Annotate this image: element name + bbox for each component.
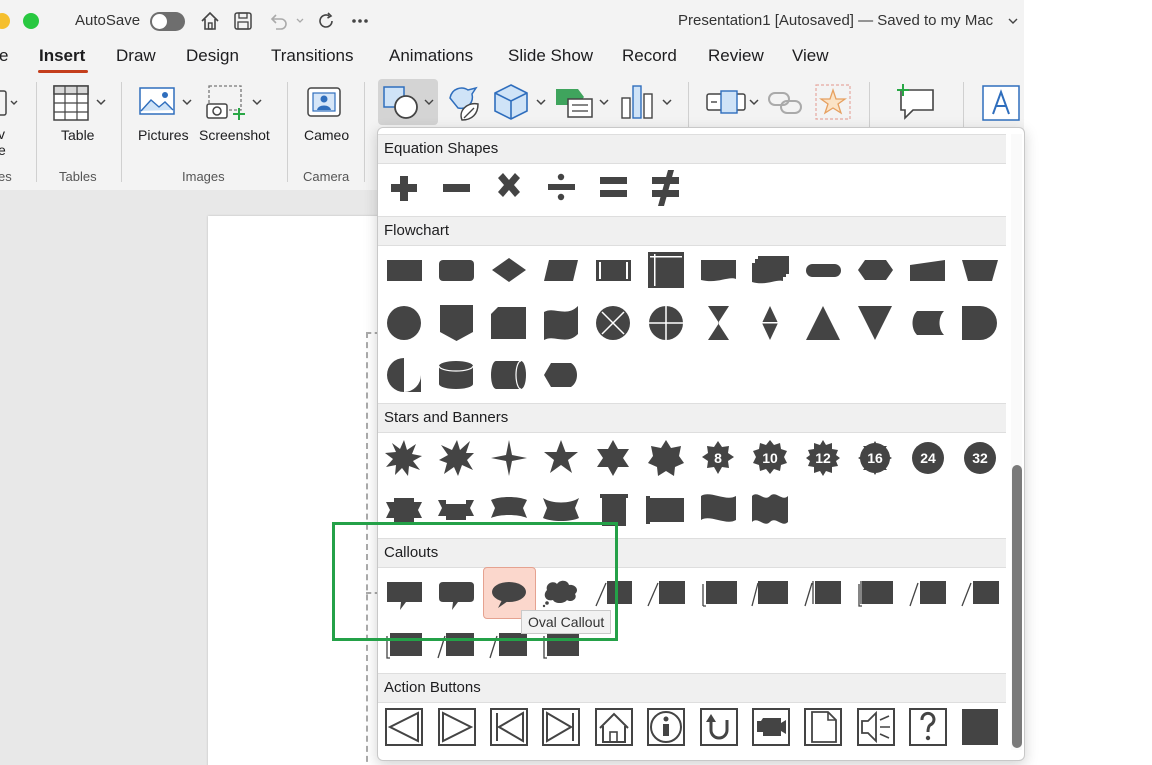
multiply-shape-icon[interactable] [498,173,520,197]
action-button-beginning-icon[interactable] [490,708,528,746]
action-button-custom-icon[interactable] [962,709,998,745]
flowchart-predefined-process-icon[interactable] [596,260,631,281]
action-button-help-icon[interactable] [909,708,947,746]
curved-ribbon-down-icon[interactable] [543,498,579,521]
explosion-2-icon[interactable] [439,440,474,476]
flowchart-delay-icon[interactable] [962,306,997,340]
flowchart-stored-data-icon[interactable] [912,311,945,335]
flowchart-extract-icon[interactable] [806,306,840,340]
action-button-information-icon[interactable] [647,708,685,746]
flowchart-decision-icon[interactable] [492,258,526,282]
division-shape-icon[interactable] [548,173,575,201]
equal-shape-icon[interactable] [600,177,627,197]
action-button-end-icon[interactable] [542,708,580,746]
star-label: 10 [762,450,778,466]
line-callout-border-1-icon[interactable] [909,581,946,607]
shapes-layer: 8 10 12 16 24 32 [385,170,999,746]
flowchart-data-icon[interactable] [544,260,578,281]
flowchart-document-icon[interactable] [701,260,736,282]
flowchart-manual-input-icon[interactable] [910,260,945,281]
flowchart-display-icon[interactable] [544,363,577,387]
star-label: 24 [920,450,936,466]
action-button-back-icon[interactable] [385,708,423,746]
star-4-point-icon[interactable] [491,440,527,476]
wave-icon[interactable] [701,494,736,522]
action-button-movie-icon[interactable] [752,708,790,746]
plus-shape-icon[interactable] [391,176,417,201]
action-button-document-icon[interactable] [804,708,842,746]
action-button-sound-icon[interactable] [857,708,895,746]
flowchart-card-icon[interactable] [491,307,526,339]
flowchart-terminator-icon[interactable] [806,264,841,277]
minus-shape-icon[interactable] [443,184,470,192]
action-button-home-icon[interactable] [595,708,633,746]
flowchart-process-icon[interactable] [387,260,422,281]
line-callout-4-icon[interactable] [751,581,788,607]
flowchart-or-icon[interactable] [649,306,683,340]
flowchart-summing-junction-icon[interactable] [596,306,630,340]
ribbon-down-icon[interactable] [438,500,474,520]
flowchart-manual-operation-icon[interactable] [962,260,998,281]
star-6-point-icon[interactable] [597,440,629,476]
flowchart-merge-icon[interactable] [858,306,892,340]
line-callout-border-2-icon[interactable] [961,581,999,607]
star-5-point-icon[interactable] [544,440,578,473]
flowchart-internal-storage-icon[interactable] [648,252,684,288]
not-equal-shape-icon[interactable] [652,170,679,206]
line-callout-accent-1-icon[interactable] [804,581,841,607]
flowchart-preparation-icon[interactable] [858,260,893,280]
flowchart-magnetic-disk-icon[interactable] [438,361,474,389]
action-button-return-icon[interactable] [700,708,738,746]
line-callout-accent-2-icon[interactable] [858,581,893,607]
star-7-point-icon[interactable] [648,440,684,476]
ribbon-up-icon[interactable] [386,498,422,522]
explosion-1-icon[interactable] [385,440,422,476]
flowchart-offpage-connector-icon[interactable] [440,305,473,341]
flowchart-connector-icon[interactable] [387,306,421,340]
star-label: 12 [815,450,831,466]
line-callout-2-icon[interactable] [647,581,685,607]
flowchart-direct-access-storage-icon[interactable] [491,360,526,390]
flowchart-collate-icon[interactable] [708,306,729,340]
flowchart-punched-tape-icon[interactable] [544,306,578,340]
double-wave-icon[interactable] [752,494,788,524]
curved-ribbon-up-icon[interactable] [491,497,527,518]
line-callout-3-icon[interactable] [702,581,737,607]
star-label: 32 [972,450,988,466]
callouts-highlight-box [332,522,618,641]
gallery-scrollbar-thumb[interactable] [1012,465,1022,748]
flowchart-alternate-process-icon[interactable] [439,260,474,281]
flowchart-sequential-access-storage-icon[interactable] [387,358,421,392]
flowchart-multidocument-icon[interactable] [752,256,789,284]
horizontal-scroll-icon[interactable] [646,496,684,524]
flowchart-sort-icon[interactable] [762,306,778,340]
star-label: 8 [714,450,722,466]
star-label: 16 [867,450,883,466]
action-button-forward-icon[interactable] [438,708,476,746]
